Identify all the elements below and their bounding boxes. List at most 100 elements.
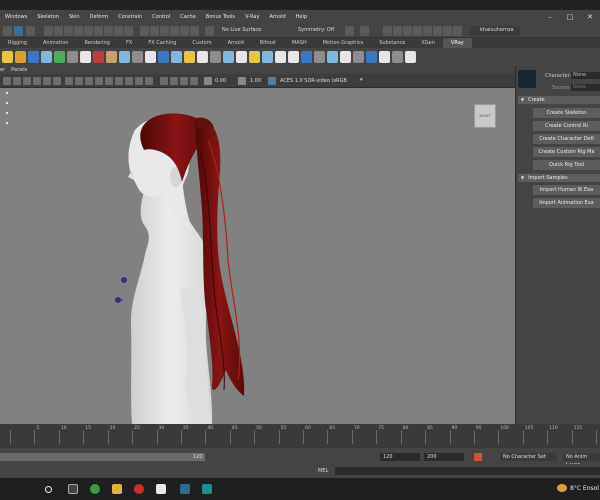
character-set-dropdown[interactable]: No Character Set (500, 453, 557, 461)
tab-substance[interactable]: Substance (371, 38, 413, 48)
view-cube[interactable]: RIGHT (474, 104, 496, 128)
soft-select-icon[interactable] (345, 26, 354, 36)
shelf-tool-icon[interactable] (145, 51, 156, 63)
shelf-tool-icon[interactable] (275, 51, 286, 63)
menu-cache[interactable]: Cache (175, 14, 201, 20)
viewport-3d[interactable] (0, 88, 515, 424)
toggle-channel-box-icon[interactable] (393, 26, 402, 36)
quick-rig-tool-button[interactable]: Quick Rig Tool (533, 160, 600, 170)
snap-point-icon[interactable] (84, 26, 93, 36)
auto-key-icon[interactable] (474, 453, 482, 461)
select-mode-icon[interactable] (14, 26, 23, 36)
wireframe-icon[interactable] (65, 77, 73, 85)
ipr-icon[interactable] (150, 26, 159, 36)
menu-control[interactable]: Control (147, 14, 175, 20)
tab-fx-caching[interactable]: FX Caching (140, 38, 184, 48)
snap-view-icon[interactable] (94, 26, 103, 36)
shelf-tool-icon[interactable] (405, 51, 416, 63)
depth-of-field-icon[interactable] (145, 77, 153, 85)
shelf-tool-icon[interactable] (171, 51, 182, 63)
hierarchy-icon[interactable] (26, 26, 35, 36)
opera-icon[interactable] (134, 484, 144, 494)
menu-constrain[interactable]: Constrain (113, 14, 147, 20)
minimize-icon[interactable]: – (540, 10, 560, 24)
create-character-definition-button[interactable]: Create Character Defi (533, 134, 600, 144)
object-mode-icon[interactable] (44, 26, 53, 36)
hik-panel-icon[interactable] (453, 26, 462, 36)
tab-animation[interactable]: Animation (35, 38, 77, 48)
maximize-icon[interactable]: □ (560, 10, 580, 24)
toggle-layer-editor-icon[interactable] (423, 26, 432, 36)
shelf-tool-icon[interactable] (93, 51, 104, 63)
joint-locators[interactable] (115, 277, 127, 303)
shelf-tool-icon[interactable] (366, 51, 377, 63)
tab-rigging[interactable]: Rigging (0, 38, 35, 48)
create-custom-rig-mapping-button[interactable]: Create Custom Rig Ma (533, 147, 600, 157)
import-animation-example-button[interactable]: Import Animation Exa (533, 198, 600, 208)
symmetry-dropdown[interactable]: Symmetry: Off (298, 27, 334, 33)
toggle-attribute-editor-icon[interactable] (403, 26, 412, 36)
camera-icon[interactable] (3, 77, 11, 85)
shelf-tool-icon[interactable] (392, 51, 403, 63)
component-mode-icon[interactable] (54, 26, 63, 36)
xray-joints-icon[interactable] (180, 77, 188, 85)
shelf-tool-icon[interactable] (28, 51, 39, 63)
smooth-shade-icon[interactable] (75, 77, 83, 85)
search-icon[interactable] (45, 486, 52, 493)
create-control-rig-button[interactable]: Create Control Ri (533, 121, 600, 131)
close-icon[interactable]: ✕ (580, 10, 600, 24)
menu-deform[interactable]: Deform (85, 14, 114, 20)
film-gate-icon[interactable] (53, 77, 61, 85)
shelf-tool-icon[interactable] (301, 51, 312, 63)
import-human-ik-example-button[interactable]: Import Human IK Exa (533, 185, 600, 195)
magnet-icon[interactable] (205, 26, 214, 36)
menu-vray[interactable]: V-Ray (240, 14, 264, 20)
lights-icon[interactable] (95, 77, 103, 85)
menuset-icon[interactable] (3, 26, 12, 36)
ambient-occlusion-icon[interactable] (115, 77, 123, 85)
task-view-icon[interactable] (68, 484, 78, 494)
tab-arnold[interactable]: Arnold (220, 38, 252, 48)
anim-layer-dropdown[interactable]: No Anim Layer (563, 453, 600, 468)
render-settings-icon[interactable] (160, 26, 169, 36)
tab-custom[interactable]: Custom (184, 38, 219, 48)
shelf-tool-icon[interactable] (249, 51, 260, 63)
store-icon[interactable] (156, 484, 166, 494)
snap-vertex-icon[interactable] (114, 26, 123, 36)
range-slider[interactable] (0, 453, 205, 461)
grid-icon[interactable] (43, 77, 51, 85)
command-input[interactable] (335, 467, 600, 475)
shelf-tool-icon[interactable] (197, 51, 208, 63)
motion-blur-icon[interactable] (125, 77, 133, 85)
shelf-tool-icon[interactable] (340, 51, 351, 63)
exposure-field[interactable]: 0.00 (215, 78, 226, 84)
shelf-tool-icon[interactable] (41, 51, 52, 63)
tab-xgen[interactable]: XGen (413, 38, 443, 48)
mel-label[interactable]: MEL (318, 468, 328, 474)
isolate-select-icon[interactable] (160, 77, 168, 85)
shelf-tool-icon[interactable] (236, 51, 247, 63)
color-space-dropdown[interactable]: ACES 1.0 SDR-video (sRGB (280, 78, 347, 84)
source-dropdown[interactable]: None (571, 84, 600, 91)
total-time-field[interactable]: 200 (424, 453, 464, 461)
menu-help[interactable]: Help (291, 14, 312, 20)
shelf-tool-icon[interactable] (158, 51, 169, 63)
shelf-tool-icon[interactable] (379, 51, 390, 63)
tab-bifrost[interactable]: Bifrost (252, 38, 284, 48)
snap-grid-icon[interactable] (64, 26, 73, 36)
gamma-field[interactable]: 1.00 (250, 78, 261, 84)
tab-mash[interactable]: MASH (284, 38, 315, 48)
sculpt-icon[interactable] (360, 26, 369, 36)
menu-skeleton[interactable]: Skeleton (32, 14, 64, 20)
xray-icon[interactable] (170, 77, 178, 85)
toggle-tool-settings-icon[interactable] (413, 26, 422, 36)
vray-icon[interactable] (180, 26, 189, 36)
shelf-tool-icon[interactable] (184, 51, 195, 63)
textured-icon[interactable] (85, 77, 93, 85)
character-dropdown[interactable]: None (571, 72, 600, 79)
history-icon[interactable] (124, 26, 133, 36)
bookmark-icon[interactable] (23, 77, 31, 85)
shelf-tool-icon[interactable] (210, 51, 221, 63)
create-skeleton-button[interactable]: Create Skeleton (533, 108, 600, 118)
shelf-tool-icon[interactable] (106, 51, 117, 63)
